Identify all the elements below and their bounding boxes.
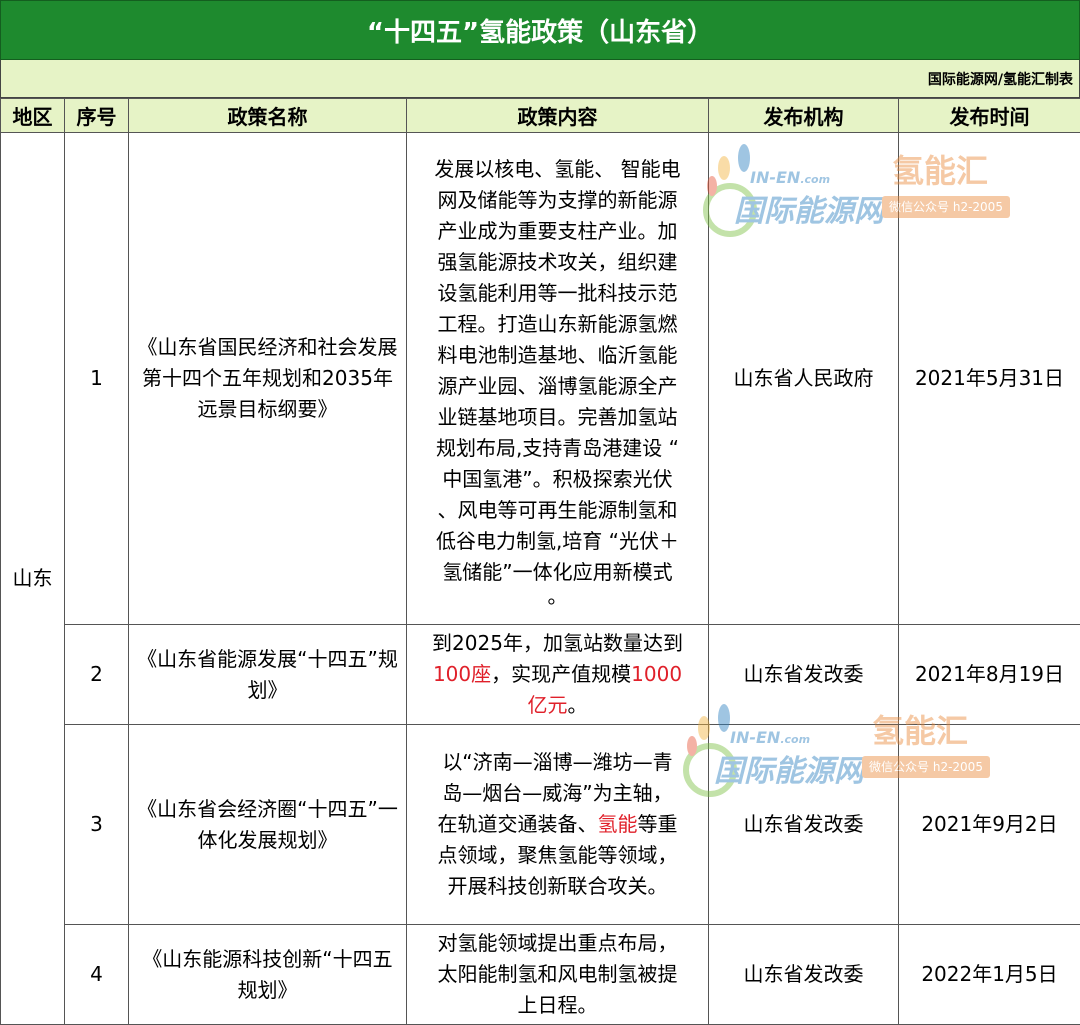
content-line: 网及储能等为支撑的新能源 xyxy=(411,185,704,216)
content-text: ，实现产值规模 xyxy=(491,662,631,686)
policy-name: 《山东省国民经济和社会发展第十四个五年规划和2035年远景目标纲要》 xyxy=(129,133,407,625)
header-name: 政策名称 xyxy=(129,99,407,133)
content-line: 在轨道交通装备、氢能等重 xyxy=(411,809,704,840)
table-row: 4 《山东能源科技创新“十四五规划》 对氢能领域提出重点布局， 太阳能制氢和风电… xyxy=(1,925,1080,1025)
content-line: 规划布局,支持青岛港建设 “ xyxy=(411,433,704,464)
table-row: 2 《山东省能源发展“十四五”规划》 到2025年，加氢站数量达到 100座，实… xyxy=(1,625,1080,725)
policy-name: 《山东省能源发展“十四五”规划》 xyxy=(129,625,407,725)
content-line: 。 xyxy=(411,588,704,604)
content-text: 。 xyxy=(568,693,588,717)
content-text: 在轨道交通装备、 xyxy=(438,812,598,836)
policy-content: 对氢能领域提出重点布局， 太阳能制氢和风电制氢被提 上日程。 xyxy=(407,925,709,1025)
highlight-text: 亿元 xyxy=(528,693,568,717)
content-line: 强氢能源技术攻关，组织建 xyxy=(411,247,704,278)
policy-content: 以“济南—淄博—潍坊—青 岛—烟台—威海”为主轴， 在轨道交通装备、氢能等重 点… xyxy=(407,725,709,925)
policy-date: 2022年1月5日 xyxy=(899,925,1080,1025)
header-region: 地区 xyxy=(1,99,65,133)
header-org: 发布机构 xyxy=(709,99,899,133)
content-line: 以“济南—淄博—潍坊—青 xyxy=(411,747,704,778)
policy-org: 山东省发改委 xyxy=(709,925,899,1025)
header-content: 政策内容 xyxy=(407,99,709,133)
source-text: 国际能源网/氢能汇制表 xyxy=(928,69,1073,89)
content-line: 太阳能制氢和风电制氢被提 xyxy=(411,959,704,990)
content-line: 业链基地项目。完善加氢站 xyxy=(411,402,704,433)
policy-name: 《山东省会经济圈“十四五”一体化发展规划》 xyxy=(129,725,407,925)
content-text: 等重 xyxy=(638,812,678,836)
policy-date: 2021年9月2日 xyxy=(899,725,1080,925)
content-line: 100座，实现产值规模1000 xyxy=(411,659,704,690)
header-date: 发布时间 xyxy=(899,99,1080,133)
highlight-text: 1000 xyxy=(631,662,682,686)
content-line: 低谷电力制氢,培育 “光伏＋ xyxy=(411,526,704,557)
row-no: 4 xyxy=(65,925,129,1025)
content-line: 料电池制造基地、临沂氢能 xyxy=(411,340,704,371)
policy-date: 2021年5月31日 xyxy=(899,133,1080,625)
policy-date: 2021年8月19日 xyxy=(899,625,1080,725)
content-line: 、风电等可再生能源制氢和 xyxy=(411,495,704,526)
content-line: 到2025年，加氢站数量达到 xyxy=(411,628,704,659)
content-line: 对氢能领域提出重点布局， xyxy=(411,928,704,959)
table-title: “十四五”氢能政策（山东省） xyxy=(0,0,1080,60)
content-line: 工程。打造山东新能源氢燃 xyxy=(411,309,704,340)
content-line: 岛—烟台—威海”为主轴， xyxy=(411,778,704,809)
row-no: 2 xyxy=(65,625,129,725)
content-line: 设氢能利用等一批科技示范 xyxy=(411,278,704,309)
header-row: 地区 序号 政策名称 政策内容 发布机构 发布时间 xyxy=(1,99,1080,133)
policy-content: 发展以核电、氢能、 智能电 网及储能等为支撑的新能源 产业成为重要支柱产业。加 … xyxy=(407,133,709,625)
policy-table: 地区 序号 政策名称 政策内容 发布机构 发布时间 山东 1 《山东省国民经济和… xyxy=(0,98,1080,1025)
row-no: 1 xyxy=(65,133,129,625)
policy-name: 《山东能源科技创新“十四五规划》 xyxy=(129,925,407,1025)
row-no: 3 xyxy=(65,725,129,925)
highlight-text: 100座 xyxy=(433,662,491,686)
content-line: 发展以核电、氢能、 智能电 xyxy=(411,154,704,185)
content-line: 氢储能”一体化应用新模式 xyxy=(411,557,704,588)
content-line: 产业成为重要支柱产业。加 xyxy=(411,216,704,247)
policy-org: 山东省发改委 xyxy=(709,625,899,725)
content-line: 源产业园、淄博氢能源全产 xyxy=(411,371,704,402)
content-line: 中国氢港”。积极探索光伏 xyxy=(411,464,704,495)
table-row: 山东 1 《山东省国民经济和社会发展第十四个五年规划和2035年远景目标纲要》 … xyxy=(1,133,1080,625)
highlight-text: 氢能 xyxy=(598,812,638,836)
policy-org: 山东省发改委 xyxy=(709,725,899,925)
table-row: 3 《山东省会经济圈“十四五”一体化发展规划》 以“济南—淄博—潍坊—青 岛—烟… xyxy=(1,725,1080,925)
header-no: 序号 xyxy=(65,99,129,133)
content-line: 开展科技创新联合攻关。 xyxy=(411,871,704,902)
policy-org: 山东省人民政府 xyxy=(709,133,899,625)
content-line: 点领域，聚焦氢能等领域， xyxy=(411,840,704,871)
source-note: 国际能源网/氢能汇制表 xyxy=(0,60,1080,98)
content-line: 亿元。 xyxy=(411,690,704,721)
region-cell: 山东 xyxy=(1,133,65,1025)
content-line: 上日程。 xyxy=(411,990,704,1021)
policy-content: 到2025年，加氢站数量达到 100座，实现产值规模1000 亿元。 xyxy=(407,625,709,725)
